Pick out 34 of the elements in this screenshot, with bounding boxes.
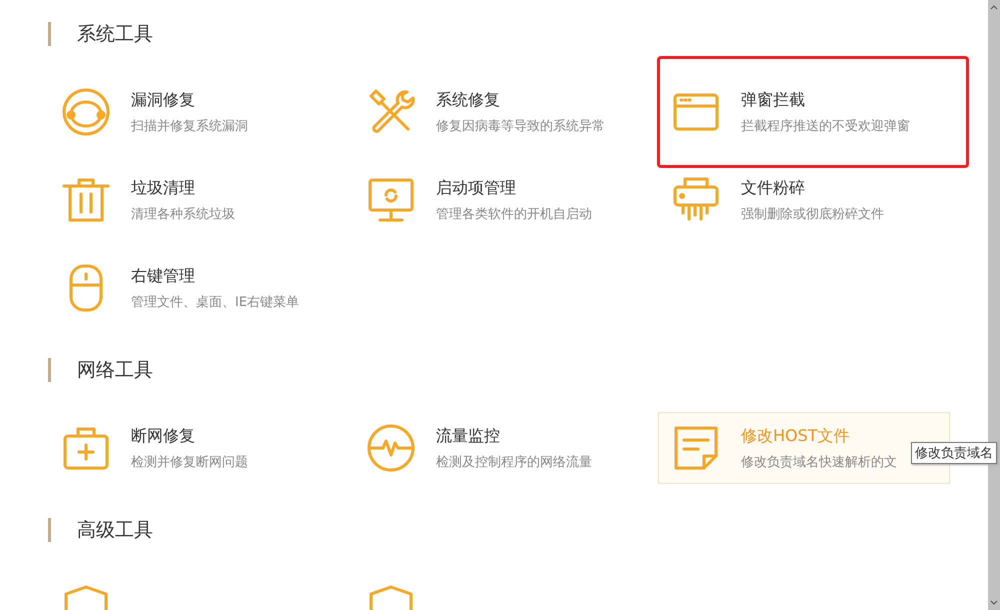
tool-title: 修改HOST文件 [741,426,851,446]
headset-circle-icon [61,87,111,137]
tool-item[interactable]: 流量监控 检测及控制程序的网络流量 [353,412,645,484]
pulse-circle-icon [366,423,416,473]
tool-title: 文件粉碎 [741,178,806,198]
tool-title: 断网修复 [131,426,196,446]
tool-item[interactable]: 启动项管理 管理各类软件的开机自启动 [353,164,645,236]
tool-item[interactable]: 弹窗拦截 拦截程序推送的不受欢迎弹窗 [658,57,968,167]
tool-item[interactable]: 垃圾清理 清理各种系统垃圾 [48,164,340,236]
tool-item[interactable]: 右键管理 管理文件、桌面、IE右键菜单 [48,252,340,324]
tool-title: 流量监控 [436,426,501,446]
tool-description: 拦截程序推送的不受欢迎弹窗 [741,118,910,134]
tool-description: 修复因病毒等导致的系统异常 [436,118,605,134]
tool-title: 系统修复 [436,90,501,110]
tool-title: 启动项管理 [436,178,517,198]
tool-item[interactable]: 文件粉碎 强制删除或彻底粉碎文件 [658,164,950,236]
tool-item[interactable]: 断网修复 检测并修复断网问题 [48,412,340,484]
tool-description: 强制删除或彻底粉碎文件 [741,206,884,222]
tooltip: 修改负责域名 [911,442,997,464]
tool-description: 扫描并修复系统漏洞 [131,118,248,134]
tool-title: 垃圾清理 [131,178,196,198]
tool-title: 右键管理 [131,266,196,286]
tool-description: 检测及控制程序的网络流量 [436,454,592,470]
tool-description: 管理各类软件的开机自启动 [436,206,592,222]
tool-description: 修改负责域名快速解析的文 [741,454,897,470]
scroll-down-icon[interactable] [990,599,998,607]
tool-description: 清理各种系统垃圾 [131,206,235,222]
tool-description: 管理文件、桌面、IE右键菜单 [131,294,300,310]
tool-title: 漏洞修复 [131,90,196,110]
scroll-up-icon[interactable] [990,3,998,11]
tool-title: 弹窗拦截 [741,90,806,110]
tool-description: 检测并修复断网问题 [131,454,248,470]
tool-item[interactable]: 系统修复 修复因病毒等导致的系统异常 [353,76,645,148]
tool-item[interactable]: 漏洞修复 扫描并修复系统漏洞 [48,76,340,148]
